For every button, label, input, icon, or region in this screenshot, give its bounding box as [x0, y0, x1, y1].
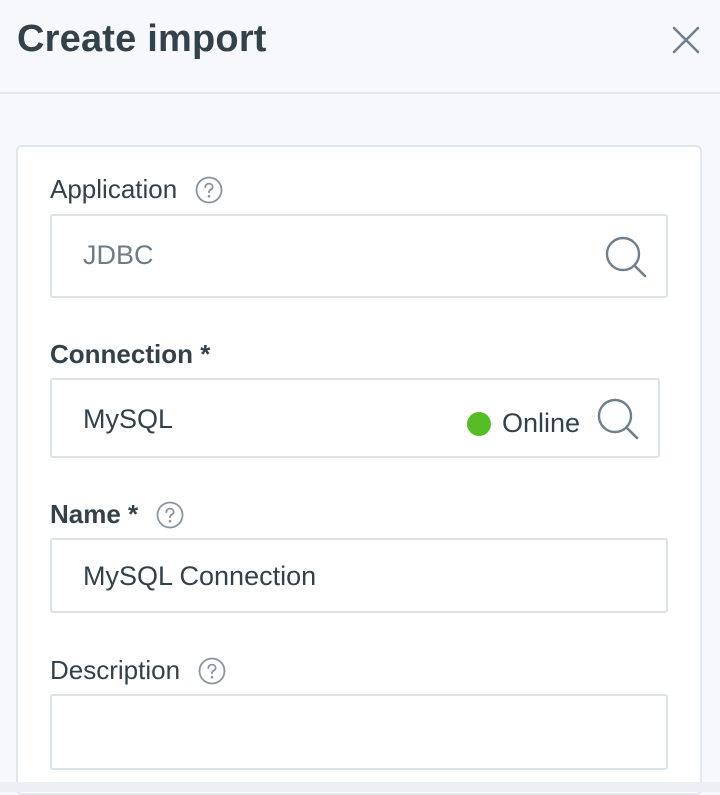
- help-icon[interactable]: [195, 176, 223, 204]
- close-button[interactable]: [666, 20, 706, 60]
- close-icon: [672, 26, 700, 54]
- connection-label-text: Connection *: [50, 339, 211, 369]
- application-label: Application: [50, 174, 223, 205]
- question-icon: [198, 657, 226, 684]
- application-field[interactable]: JDBC: [50, 214, 668, 298]
- connection-status-text: Online: [502, 408, 581, 438]
- status-dot-icon: [467, 411, 491, 436]
- connection-search-button[interactable]: [595, 396, 641, 442]
- application-label-text: Application: [50, 174, 178, 204]
- help-icon[interactable]: [156, 501, 184, 529]
- search-icon: [597, 398, 639, 440]
- connection-value: MySQL: [83, 404, 174, 434]
- name-label-text: Name *: [50, 499, 139, 529]
- name-label: Name *: [50, 499, 184, 530]
- description-field[interactable]: [50, 694, 668, 770]
- dialog-title: Create import: [17, 18, 267, 60]
- description-label-text: Description: [50, 655, 181, 685]
- description-label: Description: [50, 655, 226, 686]
- application-search-button[interactable]: [603, 234, 649, 280]
- connection-field[interactable]: MySQL Online: [50, 378, 660, 458]
- bottom-edge: [0, 782, 720, 792]
- application-value: JDBC: [83, 240, 154, 270]
- connection-label: Connection *: [50, 339, 210, 370]
- search-icon: [605, 236, 647, 278]
- connection-status: Online: [467, 408, 580, 439]
- question-icon: [195, 176, 223, 203]
- name-field[interactable]: MySQL Connection: [50, 538, 668, 613]
- help-icon[interactable]: [198, 657, 226, 685]
- question-icon: [156, 501, 184, 528]
- name-value: MySQL Connection: [83, 561, 317, 591]
- dialog-header: Create import: [0, 0, 720, 94]
